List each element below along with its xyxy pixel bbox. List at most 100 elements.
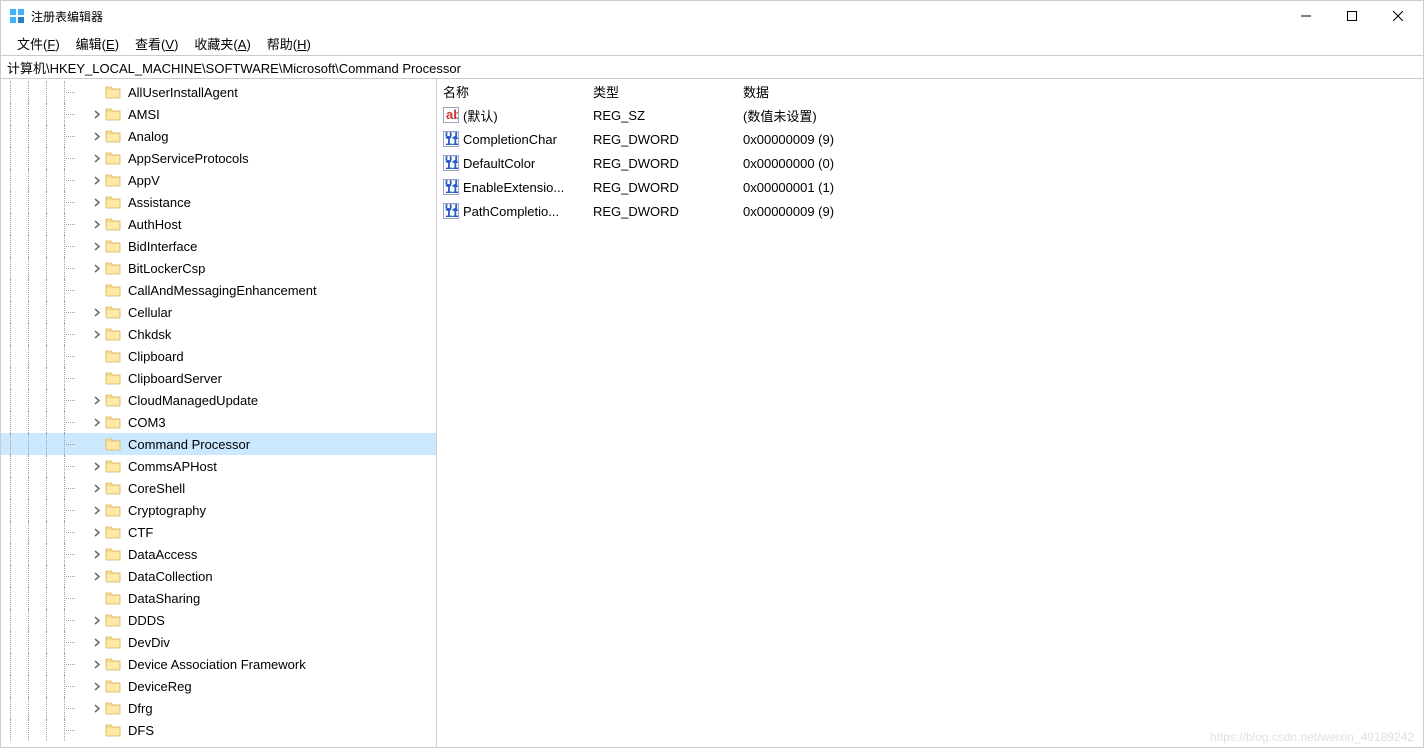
folder-icon <box>105 238 121 254</box>
menu-view[interactable]: 查看(V) <box>127 31 186 55</box>
tree-item[interactable]: BidInterface <box>1 235 436 257</box>
tree-item[interactable]: AllUserInstallAgent <box>1 81 436 103</box>
expand-icon[interactable] <box>91 702 103 714</box>
tree-item[interactable]: AMSI <box>1 103 436 125</box>
tree-item[interactable]: ClipboardServer <box>1 367 436 389</box>
tree-item[interactable]: DataCollection <box>1 565 436 587</box>
expand-icon[interactable] <box>91 548 103 560</box>
tree-item[interactable]: DataSharing <box>1 587 436 609</box>
column-name[interactable]: 名称 <box>437 80 587 103</box>
tree-item[interactable]: Chkdsk <box>1 323 436 345</box>
expand-icon[interactable] <box>91 218 103 230</box>
value-list: ab(默认)REG_SZ(数值未设置) 011110 CompletionChar R… <box>437 103 1423 223</box>
expand-icon[interactable] <box>91 570 103 582</box>
expand-icon[interactable] <box>91 482 103 494</box>
close-button[interactable] <box>1375 1 1421 31</box>
tree-item[interactable]: AuthHost <box>1 213 436 235</box>
tree-item-label: BidInterface <box>125 238 200 255</box>
menubar: 文件(F) 编辑(E) 查看(V) 收藏夹(A) 帮助(H) <box>1 31 1423 55</box>
tree-item-label: Cellular <box>125 304 175 321</box>
tree-item-label: DataAccess <box>125 546 200 563</box>
expand-icon[interactable] <box>91 526 103 538</box>
value-row[interactable]: 011110PathCompletio...REG_DWORD0x0000000… <box>437 199 1423 223</box>
tree-item-label: DDDS <box>125 612 168 629</box>
folder-icon <box>105 172 121 188</box>
value-name: (默认) <box>463 106 498 125</box>
tree-item[interactable]: AppServiceProtocols <box>1 147 436 169</box>
folder-icon <box>105 568 121 584</box>
tree-item[interactable]: DataAccess <box>1 543 436 565</box>
folder-icon <box>105 458 121 474</box>
maximize-button[interactable] <box>1329 1 1375 31</box>
tree-item-label: CTF <box>125 524 156 541</box>
expand-icon[interactable] <box>91 614 103 626</box>
column-data[interactable]: 数据 <box>737 80 1423 103</box>
expand-icon[interactable] <box>91 152 103 164</box>
tree-item[interactable]: Cellular <box>1 301 436 323</box>
value-row[interactable]: 011110DefaultColorREG_DWORD0x00000000 (0… <box>437 151 1423 175</box>
svg-text:110: 110 <box>445 205 458 218</box>
expand-icon[interactable] <box>91 460 103 472</box>
folder-icon <box>105 128 121 144</box>
expand-icon[interactable] <box>91 130 103 142</box>
menu-help[interactable]: 帮助(H) <box>259 31 319 55</box>
expand-icon[interactable] <box>91 196 103 208</box>
minimize-button[interactable] <box>1283 1 1329 31</box>
registry-tree: AllUserInstallAgentAMSIAnalogAppServiceP… <box>1 79 436 743</box>
folder-icon <box>105 304 121 320</box>
tree-item[interactable]: CommsAPHost <box>1 455 436 477</box>
address-text: 计算机\HKEY_LOCAL_MACHINE\SOFTWARE\Microsof… <box>7 58 461 77</box>
tree-item[interactable]: Analog <box>1 125 436 147</box>
value-row[interactable]: 011110CompletionCharREG_DWORD0x00000009 … <box>437 127 1423 151</box>
menu-favorites[interactable]: 收藏夹(A) <box>186 31 258 55</box>
tree-item[interactable]: CloudManagedUpdate <box>1 389 436 411</box>
value-row[interactable]: 011110EnableExtensio...REG_DWORD0x000000… <box>437 175 1423 199</box>
values-pane[interactable]: 名称 类型 数据 ab(默认)REG_SZ(数值未设置) 011110 Comple… <box>437 79 1423 747</box>
tree-item[interactable]: CallAndMessagingEnhancement <box>1 279 436 301</box>
expand-icon[interactable] <box>91 262 103 274</box>
tree-item[interactable]: Device Association Framework <box>1 653 436 675</box>
tree-item-label: DataSharing <box>125 590 203 607</box>
tree-item[interactable]: Cryptography <box>1 499 436 521</box>
tree-item[interactable]: DevDiv <box>1 631 436 653</box>
address-bar[interactable]: 计算机\HKEY_LOCAL_MACHINE\SOFTWARE\Microsof… <box>1 55 1423 79</box>
expand-icon[interactable] <box>91 504 103 516</box>
folder-icon <box>105 216 121 232</box>
tree-item[interactable]: Clipboard <box>1 345 436 367</box>
tree-item[interactable]: DeviceReg <box>1 675 436 697</box>
expand-icon[interactable] <box>91 328 103 340</box>
menu-edit[interactable]: 编辑(E) <box>68 31 127 55</box>
expand-icon[interactable] <box>91 636 103 648</box>
tree-item[interactable]: CoreShell <box>1 477 436 499</box>
expand-icon[interactable] <box>91 680 103 692</box>
main-split: AllUserInstallAgentAMSIAnalogAppServiceP… <box>1 79 1423 747</box>
value-type: REG_DWORD <box>587 130 737 149</box>
tree-item[interactable]: DDDS <box>1 609 436 631</box>
expand-icon[interactable] <box>91 306 103 318</box>
expand-icon[interactable] <box>91 108 103 120</box>
dword-value-icon: 011110 <box>443 203 459 219</box>
app-icon <box>9 8 25 24</box>
menu-file[interactable]: 文件(F) <box>9 31 68 55</box>
expand-icon[interactable] <box>91 394 103 406</box>
column-type[interactable]: 类型 <box>587 80 737 103</box>
folder-icon <box>105 678 121 694</box>
tree-item[interactable]: AppV <box>1 169 436 191</box>
tree-item[interactable]: Assistance <box>1 191 436 213</box>
expand-icon[interactable] <box>91 174 103 186</box>
value-name: CompletionChar <box>463 132 557 147</box>
tree-item-label: DFS <box>125 722 157 739</box>
value-row[interactable]: ab(默认)REG_SZ(数值未设置) <box>437 103 1423 127</box>
tree-item-label: DataCollection <box>125 568 216 585</box>
tree-pane[interactable]: AllUserInstallAgentAMSIAnalogAppServiceP… <box>1 79 437 747</box>
tree-item[interactable]: Dfrg <box>1 697 436 719</box>
tree-item[interactable]: DFS <box>1 719 436 741</box>
tree-item[interactable]: CTF <box>1 521 436 543</box>
expand-icon[interactable] <box>91 240 103 252</box>
tree-item[interactable]: BitLockerCsp <box>1 257 436 279</box>
expand-icon[interactable] <box>91 416 103 428</box>
tree-item[interactable]: Command Processor <box>1 433 436 455</box>
window-title: 注册表编辑器 <box>31 8 103 25</box>
tree-item[interactable]: COM3 <box>1 411 436 433</box>
expand-icon[interactable] <box>91 658 103 670</box>
